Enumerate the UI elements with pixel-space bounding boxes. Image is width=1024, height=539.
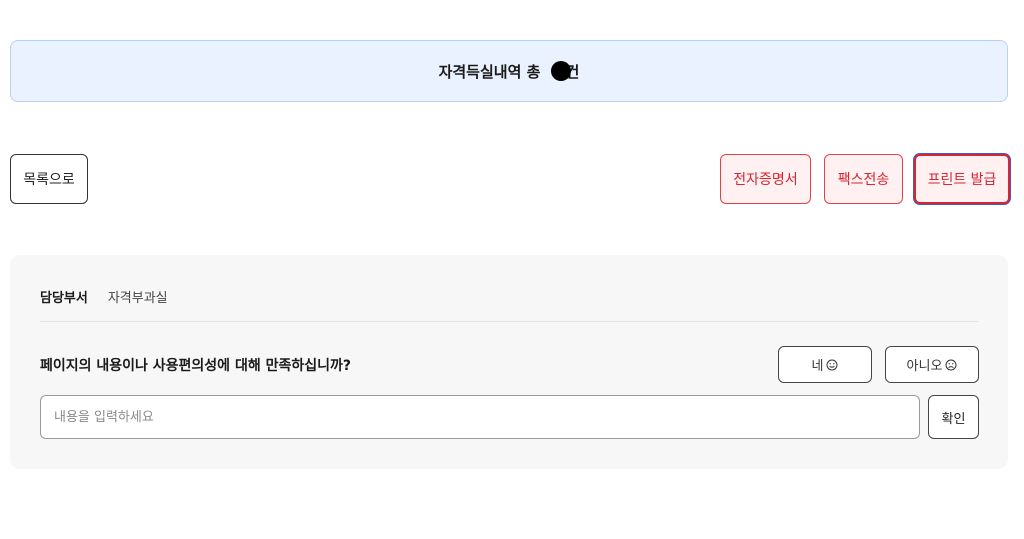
redacted-count-mark (550, 61, 571, 81)
department-label: 담당부서 (40, 291, 88, 306)
department-value: 자격부과실 (107, 291, 168, 306)
frown-icon (945, 359, 957, 371)
divider (40, 321, 978, 322)
smile-icon (826, 359, 838, 371)
back-to-list-button[interactable]: 목록으로 (10, 154, 88, 204)
confirm-button[interactable]: 확인 (928, 395, 979, 439)
department-info: 담당부서 자격부과실 (40, 287, 168, 306)
satisfied-yes-button[interactable]: 네 (778, 346, 872, 383)
feedback-comment-input[interactable] (40, 395, 920, 439)
feedback-panel: 담당부서 자격부과실 페이지의 내용이나 사용편의성에 대해 만족하십니까? 네… (10, 255, 1008, 469)
print-issue-button[interactable]: 프린트 발급 (914, 154, 1010, 204)
result-count-banner: 자격득실내역 총 건 (10, 40, 1008, 102)
fax-send-button[interactable]: 팩스전송 (824, 154, 903, 204)
result-count-prefix: 자격득실내역 총 (438, 62, 541, 81)
yes-label: 네 (811, 358, 824, 373)
no-label: 아니오 (906, 358, 943, 373)
satisfaction-question: 페이지의 내용이나 사용편의성에 대해 만족하십니까? (40, 358, 351, 374)
e-certificate-button[interactable]: 전자증명서 (720, 154, 811, 204)
satisfied-no-button[interactable]: 아니오 (885, 346, 979, 383)
